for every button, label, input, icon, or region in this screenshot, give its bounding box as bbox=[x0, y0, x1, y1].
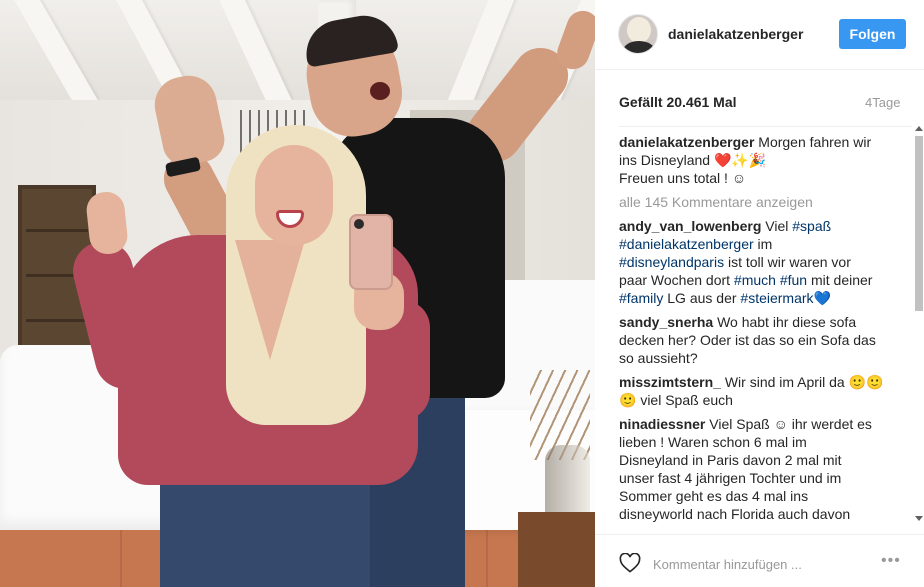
rose-gold-phone bbox=[349, 214, 393, 290]
caption-text: ins Disneyland ❤️✨🎉 bbox=[619, 152, 767, 168]
post-photo[interactable] bbox=[0, 0, 595, 587]
like-count[interactable]: Gefällt 20.461 Mal bbox=[619, 94, 737, 110]
comment-username[interactable]: ninadiessner bbox=[619, 416, 705, 432]
comment-text: Wir sind im April da 🙂🙂 bbox=[724, 374, 884, 390]
comment-username[interactable]: danielakatzenberger bbox=[619, 134, 754, 150]
username-link[interactable]: danielakatzenberger bbox=[668, 26, 803, 42]
scroll-up-arrow-icon[interactable] bbox=[915, 126, 923, 131]
comment-text: 🙂 viel Spaß euch bbox=[619, 392, 733, 408]
hashtag-link[interactable]: #spaß bbox=[792, 218, 831, 234]
comment-text: disneyworld nach Florida auch davon bbox=[619, 506, 851, 522]
post-sidebar: danielakatzenberger Folgen Gefällt 20.46… bbox=[595, 0, 924, 587]
post-timestamp[interactable]: 4Tage bbox=[865, 95, 900, 110]
comment-text: im bbox=[753, 236, 773, 252]
heart-icon[interactable] bbox=[619, 553, 641, 573]
view-all-comments-link[interactable]: alle 145 Kommentare anzeigen bbox=[619, 193, 912, 211]
comment-text: paar Wochen dort bbox=[619, 272, 734, 288]
wooden-stand bbox=[518, 512, 595, 587]
comment-item: misszimtstern_ Wir sind im April da 🙂🙂 🙂… bbox=[619, 373, 912, 409]
scroll-down-arrow-icon[interactable] bbox=[915, 516, 923, 521]
emoji: 💙 bbox=[813, 290, 831, 306]
comment-text: ist toll wir waren vor bbox=[724, 254, 851, 270]
comment-input[interactable] bbox=[653, 553, 843, 575]
comment-text: Viel bbox=[765, 218, 793, 234]
avatar[interactable] bbox=[618, 14, 658, 54]
comment-text: so aussieht? bbox=[619, 350, 698, 366]
woman-face bbox=[255, 145, 333, 245]
comment-text: Wo habt ihr diese sofa bbox=[717, 314, 857, 330]
comment-text: decken her? Oder ist das so ein Sofa das bbox=[619, 332, 876, 348]
scrollbar-thumb[interactable] bbox=[915, 136, 923, 311]
post-header: danielakatzenberger Folgen bbox=[595, 0, 924, 70]
caption-text: Morgen fahren wir bbox=[758, 134, 872, 150]
comment-text: unser fast 4 jährigen Tochter und im bbox=[619, 470, 842, 486]
comment-text: Sommer geht es das 4 mal ins bbox=[619, 488, 809, 504]
hashtag-link[interactable]: #steiermark bbox=[740, 290, 813, 306]
comment-text: lieben ! Waren schon 6 mal im bbox=[619, 434, 807, 450]
comment-item: ninadiessner Viel Spaß ☺ ihr werdet es l… bbox=[619, 415, 912, 523]
hashtag-link[interactable]: #fun bbox=[780, 272, 807, 288]
instagram-post: danielakatzenberger Folgen Gefällt 20.46… bbox=[0, 0, 924, 587]
follow-button[interactable]: Folgen bbox=[839, 19, 906, 49]
comment-footer: ••• bbox=[595, 534, 924, 587]
hashtag-link[interactable]: #much bbox=[734, 272, 776, 288]
comment-text: Viel Spaß ☺ ihr werdet es bbox=[709, 416, 872, 432]
caption: danielakatzenberger Morgen fahren wir in… bbox=[619, 133, 912, 187]
hashtag-link[interactable]: #disneylandparis bbox=[619, 254, 724, 270]
comment-scrollbar[interactable] bbox=[914, 126, 924, 524]
comment-text: LG aus der bbox=[663, 290, 741, 306]
comment-item: sandy_snerha Wo habt ihr diese sofa deck… bbox=[619, 313, 912, 367]
hashtag-link[interactable]: #danielakatzenberger bbox=[619, 236, 754, 252]
more-options-icon[interactable]: ••• bbox=[881, 552, 901, 570]
hashtag-link[interactable]: #family bbox=[619, 290, 663, 306]
caption-text: Freuen uns total ! ☺ bbox=[619, 170, 747, 186]
comment-username[interactable]: andy_van_lowenberg bbox=[619, 218, 761, 234]
comment-text: Disneyland in Paris davon 2 mal mit bbox=[619, 452, 842, 468]
comment-list[interactable]: danielakatzenberger Morgen fahren wir in… bbox=[619, 126, 912, 524]
comment-username[interactable]: sandy_snerha bbox=[619, 314, 713, 330]
comment-item: andy_van_lowenberg Viel #spaß #danielaka… bbox=[619, 217, 912, 307]
man-mouth bbox=[370, 82, 390, 100]
comment-username[interactable]: misszimtstern_ bbox=[619, 374, 721, 390]
comment-text: mit deiner bbox=[807, 272, 873, 288]
